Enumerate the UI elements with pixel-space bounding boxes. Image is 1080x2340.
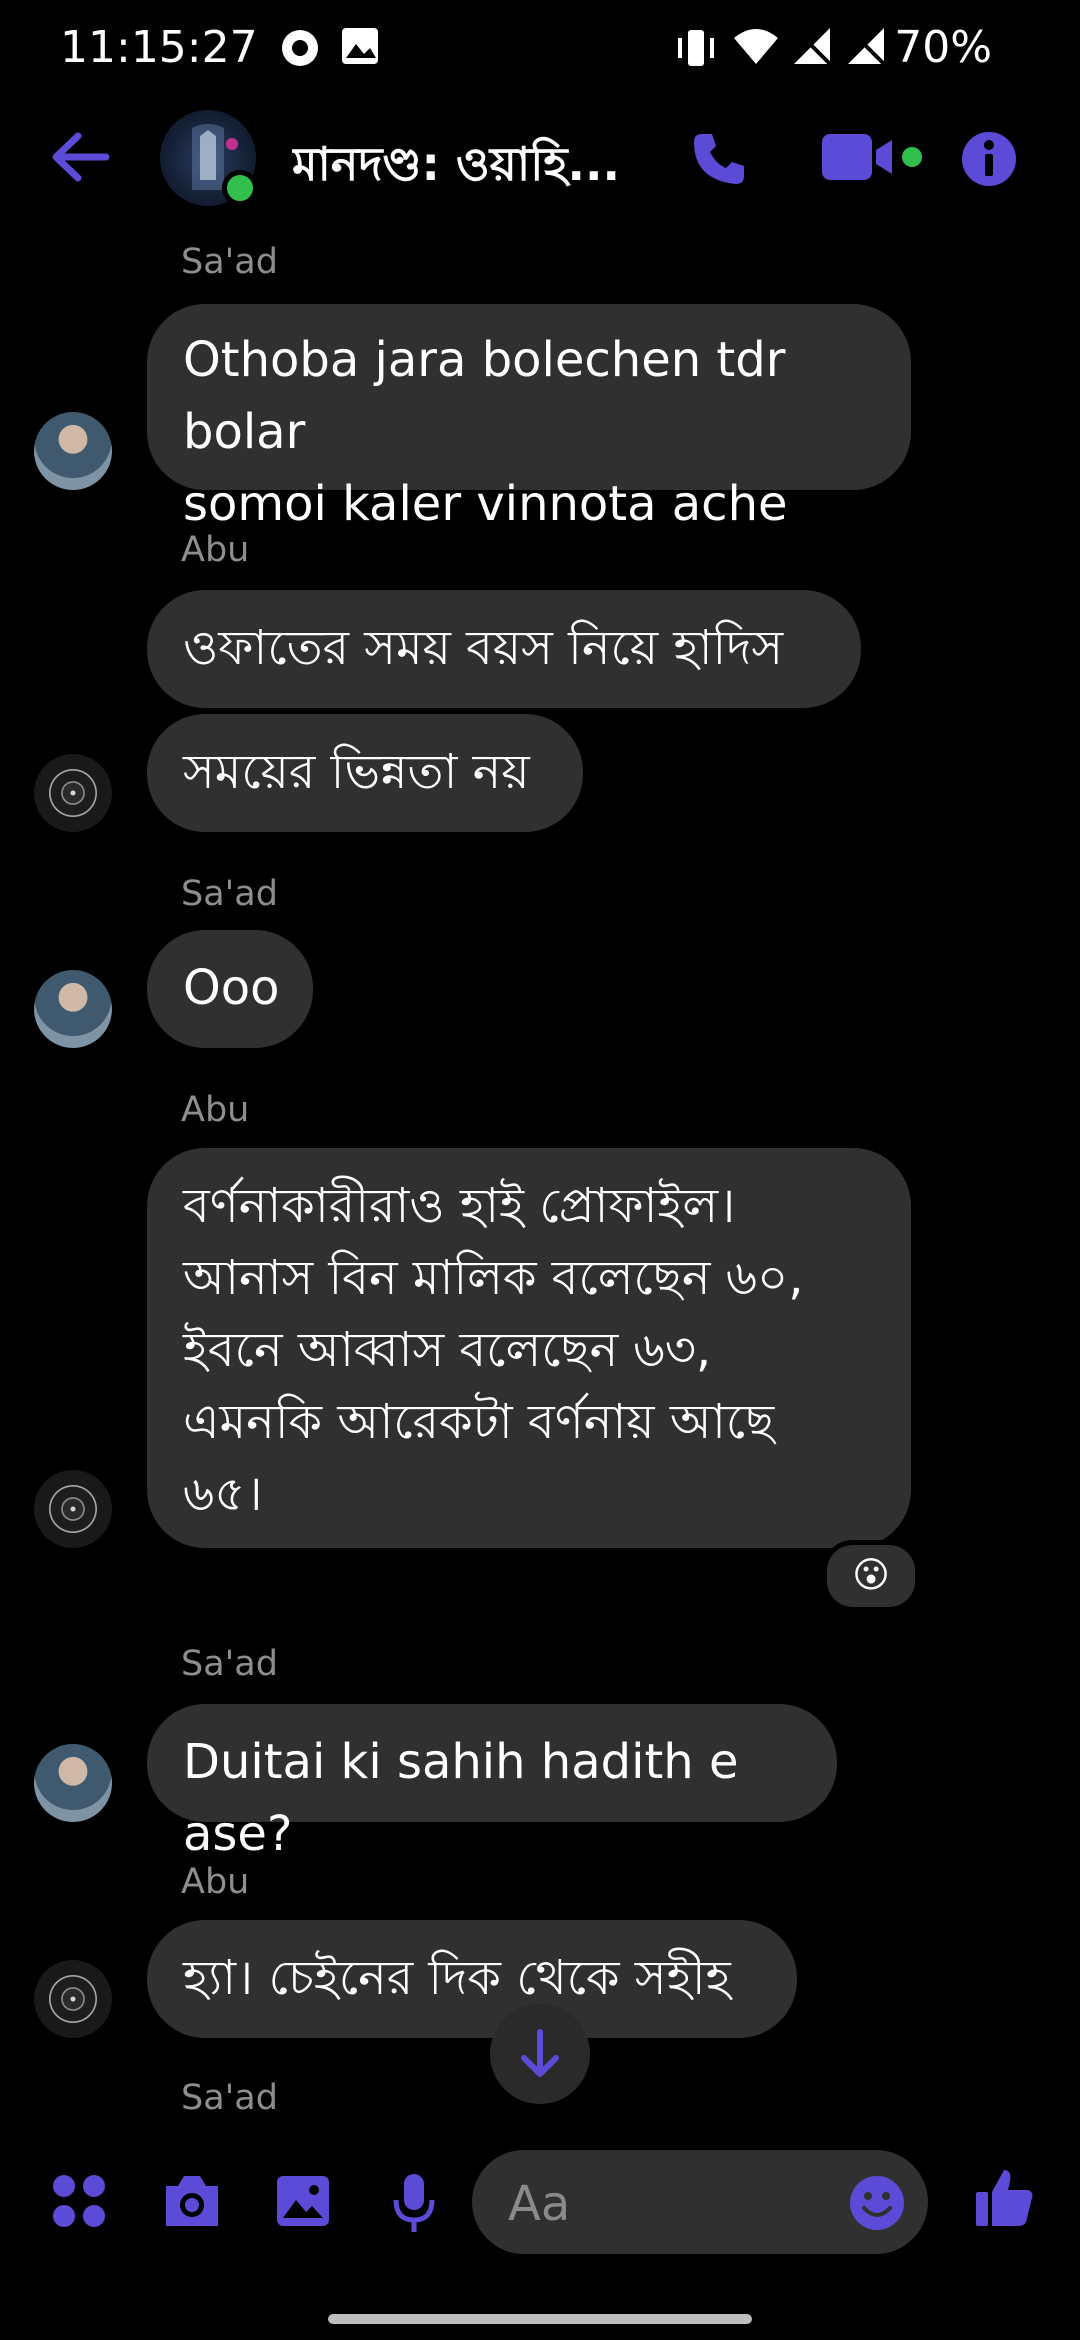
- message-line: Othoba jara bolechen tdr bolar: [183, 332, 786, 460]
- message-bubble[interactable]: Ooo: [147, 930, 313, 1048]
- message-line: আনাস বিন মালিক বলেছেন ৬০,: [183, 1250, 804, 1306]
- status-bar: 11:15:27 70%: [0, 0, 1080, 96]
- message-line: somoi kaler vinnota ache: [183, 476, 788, 532]
- camera-icon[interactable]: [160, 2172, 224, 2230]
- info-icon[interactable]: [960, 130, 1018, 188]
- avatar[interactable]: [34, 754, 112, 832]
- message-line: ৬৫।: [183, 1466, 263, 1522]
- signal-1-icon: [794, 28, 832, 66]
- sender-name: Sa'ad: [181, 242, 278, 282]
- home-indicator[interactable]: [328, 2314, 752, 2324]
- chat-title[interactable]: মানদণ্ড: ওয়াহি...: [292, 130, 662, 206]
- signal-2-icon: [848, 28, 886, 66]
- vibrate-icon: [678, 30, 714, 66]
- online-status-dot: [222, 170, 258, 206]
- image-notification-icon: [342, 28, 378, 64]
- avatar[interactable]: [34, 970, 112, 1048]
- status-time: 11:15:27: [60, 22, 258, 73]
- like-icon[interactable]: [972, 2166, 1036, 2230]
- message-input[interactable]: Aa: [472, 2150, 928, 2254]
- chat-header: মানদণ্ড: ওয়াহি...: [0, 110, 1080, 210]
- message-line: হ্যা। চেইনের দিক থেকে সহীহ: [183, 1950, 731, 2006]
- scroll-down-button[interactable]: [490, 2004, 590, 2104]
- sender-name: Sa'ad: [181, 874, 278, 914]
- sender-name: Sa'ad: [181, 1644, 278, 1684]
- sender-name: Abu: [181, 530, 250, 570]
- settings-notification-icon: [282, 30, 318, 66]
- apps-icon[interactable]: [50, 2172, 108, 2230]
- reaction-badge[interactable]: 😮: [822, 1540, 920, 1612]
- message-line: এমনকি আরেকটা বর্ণনায় আছে: [183, 1394, 775, 1450]
- message-bubble[interactable]: হ্যা। চেইনের দিক থেকে সহীহ: [147, 1920, 797, 2038]
- message-line: ওফাতের সময় বয়স নিয়ে হাদিস: [183, 620, 784, 676]
- scroll-down-icon: [521, 2029, 559, 2077]
- message-input-placeholder: Aa: [508, 2176, 571, 2232]
- phone-icon[interactable]: [690, 130, 748, 188]
- sender-name: Sa'ad: [181, 2078, 278, 2118]
- sender-name: Abu: [181, 1090, 250, 1130]
- wifi-icon: [734, 29, 778, 64]
- microphone-icon[interactable]: [390, 2172, 438, 2236]
- avatar[interactable]: [34, 1470, 112, 1548]
- message-bubble[interactable]: বর্ণনাকারীরাও হাই প্রোফাইল। আনাস বিন মাল…: [147, 1148, 911, 1548]
- composer-bar: Aa: [0, 2150, 1080, 2260]
- group-avatar[interactable]: [160, 110, 258, 206]
- back-arrow-icon[interactable]: [50, 130, 110, 184]
- message-line: Ooo: [183, 960, 280, 1016]
- battery-level: 70%: [894, 22, 992, 73]
- message-bubble[interactable]: Othoba jara bolechen tdr bolar somoi kal…: [147, 304, 911, 532]
- sender-name: Abu: [181, 1862, 250, 1902]
- avatar[interactable]: [34, 1744, 112, 1822]
- video-icon[interactable]: [820, 130, 924, 184]
- gallery-icon[interactable]: [274, 2172, 332, 2230]
- message-line: সময়ের ভিন্নতা নয়: [183, 744, 530, 800]
- message-line: বর্ণনাকারীরাও হাই প্রোফাইল।: [183, 1178, 736, 1234]
- message-bubble[interactable]: Duitai ki sahih hadith e ase?: [147, 1704, 837, 1862]
- message-bubble[interactable]: সময়ের ভিন্নতা নয়: [147, 714, 583, 832]
- message-bubble[interactable]: ওফাতের সময় বয়স নিয়ে হাদিস: [147, 590, 861, 708]
- message-line: ইবনে আব্বাস বলেছেন ৬৩,: [183, 1322, 712, 1378]
- message-line: Duitai ki sahih hadith e ase?: [183, 1734, 739, 1862]
- avatar[interactable]: [34, 412, 112, 490]
- avatar[interactable]: [34, 1960, 112, 2038]
- emoji-icon[interactable]: [848, 2174, 906, 2232]
